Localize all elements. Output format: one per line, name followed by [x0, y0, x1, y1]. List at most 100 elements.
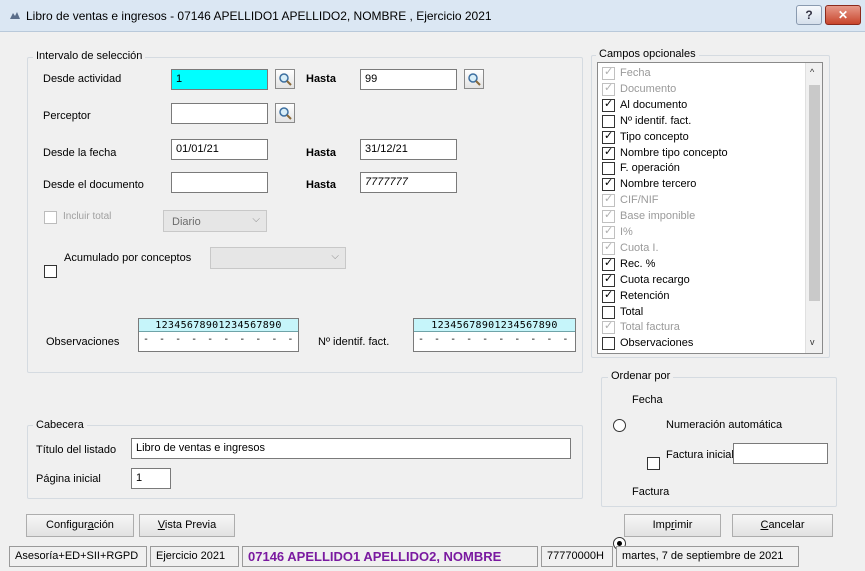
campos-item-label: F. operación [620, 162, 680, 175]
title-bar: Libro de ventas e ingresos - 07146 APELL… [0, 0, 865, 32]
campos-item-checkbox[interactable] [602, 305, 615, 319]
n-identif-value: - - - - - - - - - - - - - - - - - - - - [418, 334, 575, 345]
observaciones-field[interactable]: 12345678901234567890 - - - - - - - - - -… [138, 318, 299, 352]
scroll-thumb[interactable] [809, 85, 820, 301]
campos-item-label: Cuota recargo [620, 273, 690, 286]
desde-fecha-label: Desde la fecha [43, 147, 117, 159]
campos-item-checkbox[interactable] [602, 337, 615, 351]
campos-item-checkbox[interactable] [602, 162, 615, 176]
check-icon: ✓ [604, 145, 614, 158]
campos-item-checkbox[interactable]: ✓ [602, 240, 615, 255]
campos-item-checkbox[interactable]: ✓ [602, 81, 615, 96]
campos-item-label: Nombre tipo concepto [620, 146, 728, 159]
campos-item-label: Al documento [620, 98, 688, 111]
campos-item-label: Tipo concepto [620, 130, 689, 143]
campos-item-checkbox[interactable]: ✓ [602, 209, 615, 224]
desde-documento-input[interactable] [171, 172, 268, 193]
desde-actividad-lookup[interactable] [275, 69, 295, 89]
observaciones-label: Observaciones [46, 336, 120, 348]
perceptor-lookup[interactable] [275, 103, 295, 123]
cancelar-button[interactable]: Cancelar [732, 514, 833, 537]
search-icon [279, 107, 292, 120]
status-nif: 77770000H [541, 546, 613, 567]
periodo-combo[interactable]: Diario ⌵ [163, 210, 267, 232]
campos-item-checkbox[interactable]: ✓ [602, 320, 615, 335]
conceptos-combo[interactable]: ⌵ [210, 247, 346, 269]
imprimir-button[interactable]: Imprimir [624, 514, 721, 537]
campos-item-checkbox[interactable]: ✓ [602, 193, 615, 208]
chevron-down-icon: ⌵ [252, 214, 260, 225]
search-icon [468, 73, 481, 86]
window-title: Libro de ventas e ingresos - 07146 APELL… [26, 9, 492, 23]
campos-scrollbar[interactable]: ^ v [805, 63, 822, 353]
desde-documento-label: Desde el documento [43, 179, 144, 191]
campos-item-checkbox[interactable]: ✓ [602, 145, 615, 160]
help-button[interactable]: ? [796, 5, 822, 25]
search-icon [279, 73, 292, 86]
acumulado-checkbox[interactable] [44, 265, 57, 278]
campos-item-checkbox[interactable]: ✓ [602, 257, 615, 271]
check-icon: ✓ [604, 81, 614, 94]
pagina-input[interactable]: 1 [131, 468, 171, 489]
campos-item-checkbox[interactable]: ✓ [602, 289, 615, 303]
desde-actividad-input[interactable]: 1 [171, 69, 268, 90]
campos-item-checkbox[interactable]: ✓ [602, 98, 615, 112]
n-identif-field[interactable]: 12345678901234567890 - - - - - - - - - -… [413, 318, 576, 352]
check-icon: ✓ [604, 225, 614, 237]
campos-list[interactable]: Observaciones ✓ Total factura Total ✓ Retenci… [597, 62, 823, 354]
campos-group-legend: Campos opcionales [596, 48, 699, 60]
cabecera-group-legend: Cabecera [33, 419, 87, 431]
desde-actividad-label: Desde actividad [43, 73, 122, 85]
titulo-input[interactable]: Libro de ventas e ingresos [131, 438, 571, 459]
campos-item-checkbox[interactable]: ✓ [602, 272, 615, 287]
configuracion-button[interactable]: Configuración [26, 514, 134, 537]
factura-inicial-label: Factura inicial [666, 449, 734, 461]
campos-item-label: CIF/NIF [620, 194, 659, 207]
perceptor-input[interactable] [171, 103, 268, 124]
n-identif-ruler: 12345678901234567890 [414, 319, 575, 332]
campos-item-label: Base imponible [620, 210, 696, 223]
close-button[interactable]: ✕ [825, 5, 861, 25]
campos-item-label: Total factura [620, 321, 680, 334]
check-icon: ✓ [604, 240, 614, 253]
campos-item-checkbox[interactable]: ✓ [602, 177, 615, 192]
numeracion-checkbox[interactable] [647, 457, 660, 470]
campos-item-label: I% [620, 226, 633, 238]
observaciones-value: - - - - - - - - - - - - - - - - - - - - [143, 334, 298, 345]
desde-fecha-input[interactable]: 01/01/21 [171, 139, 268, 160]
incluir-total-checkbox[interactable] [44, 211, 57, 224]
hasta-actividad-input[interactable]: 99 [360, 69, 457, 90]
fecha-radio-label: Fecha [632, 394, 663, 406]
campos-item-label: Rec. % [620, 257, 656, 270]
chevron-down-icon: ⌵ [331, 251, 339, 262]
perceptor-label: Perceptor [43, 110, 91, 122]
vista-previa-button[interactable]: Vista Previa [139, 514, 235, 537]
scroll-down-icon[interactable]: v [810, 337, 815, 347]
titulo-label: Título del listado [36, 444, 117, 456]
campos-item-label: Retención [620, 289, 670, 302]
campos-item-checkbox[interactable]: ✓ [602, 225, 615, 239]
hasta-actividad-lookup[interactable] [464, 69, 484, 89]
status-product: Asesoría+ED+SII+RGPD [9, 546, 147, 567]
campos-item-checkbox[interactable] [602, 114, 615, 128]
hasta-documento-input[interactable]: 7777777 [360, 172, 457, 193]
hasta-fecha-input[interactable]: 31/12/21 [360, 139, 457, 160]
campos-item-label: Fecha [620, 67, 651, 79]
acumulado-label: Acumulado por conceptos [64, 252, 192, 264]
status-company: 07146 APELLIDO1 APELLIDO2, NOMBRE [242, 546, 538, 567]
cabecera-group [27, 425, 583, 499]
factura-radio-label: Factura [632, 486, 670, 498]
fecha-radio[interactable] [613, 419, 626, 432]
factura-inicial-input[interactable] [733, 443, 828, 464]
scroll-up-icon[interactable]: ^ [810, 67, 814, 77]
app-icon [10, 12, 20, 19]
campos-item-checkbox[interactable]: ✓ [602, 66, 615, 80]
ordenar-group-legend: Ordenar por [608, 370, 674, 382]
campos-item-checkbox[interactable]: ✓ [602, 130, 615, 144]
check-icon: ✓ [604, 193, 614, 206]
hasta-fecha-label: Hasta [306, 147, 336, 159]
hasta-documento-label: Hasta [306, 179, 336, 191]
campos-item-label: Documento [620, 82, 677, 95]
selection-group-legend: Intervalo de selección [33, 50, 146, 62]
check-icon: ✓ [604, 272, 614, 285]
